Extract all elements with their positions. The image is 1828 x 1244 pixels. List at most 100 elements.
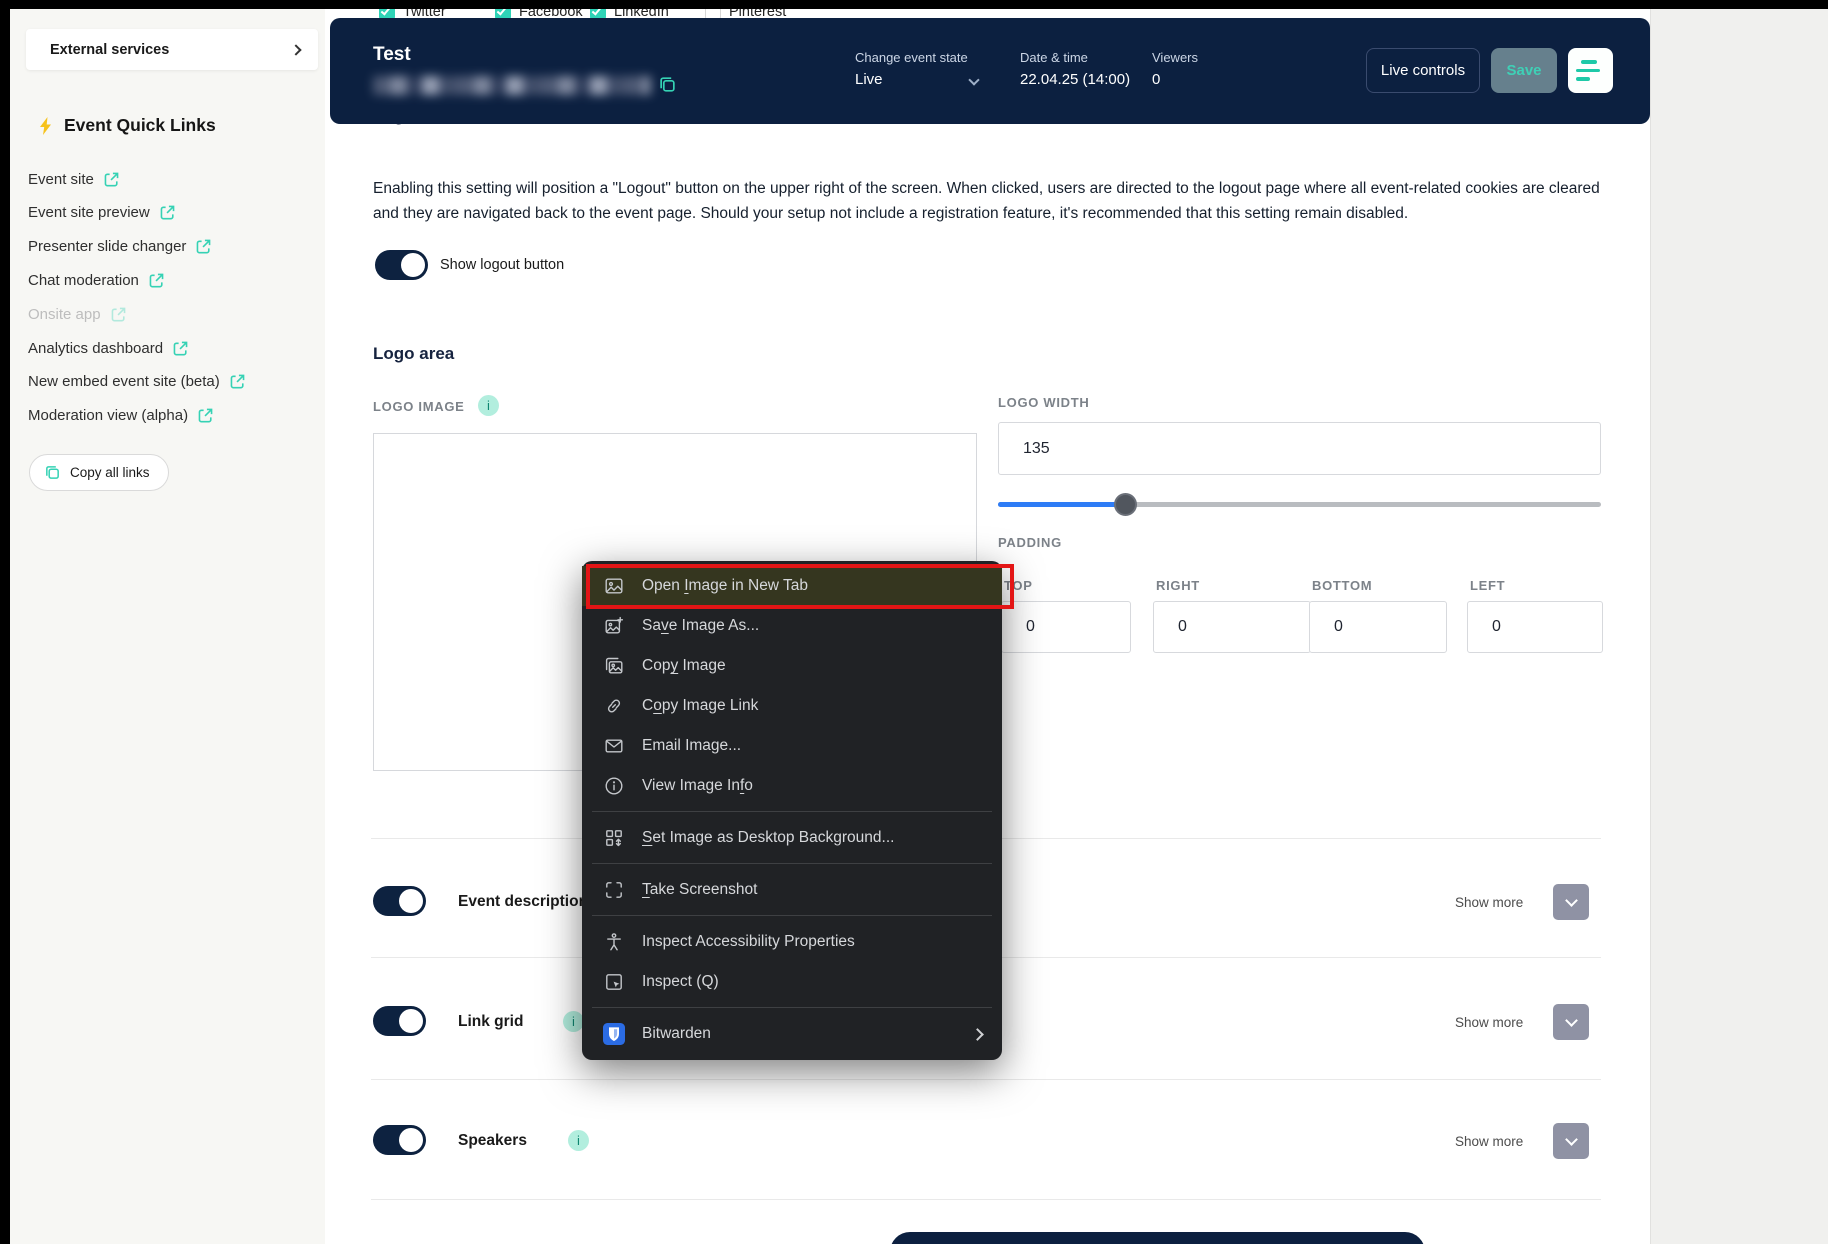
menu-item-copy-image[interactable]: Copy Image — [582, 646, 1002, 686]
padding-right-input[interactable]: 0 — [1153, 601, 1311, 653]
menu-item-label: View Image Info — [642, 777, 753, 795]
email-image-icon — [603, 735, 625, 757]
show-logout-toggle-label: Show logout button — [440, 257, 564, 273]
save-button[interactable]: Save — [1491, 48, 1557, 93]
chevron-right-icon — [290, 44, 301, 55]
sidebar-item-analytics-dashboard[interactable]: Analytics dashboard — [28, 337, 189, 359]
logo-area-heading: Logo area — [373, 344, 454, 364]
bottom-sheet[interactable] — [890, 1232, 1425, 1244]
sidebar-item-moderation-view-alpha-[interactable]: Moderation view (alpha) — [28, 404, 214, 426]
speakers-info-icon[interactable]: i — [568, 1130, 589, 1151]
menu-item-label: Copy Image Link — [642, 697, 758, 715]
sidebar-item-event-site-preview[interactable]: Event site preview — [28, 201, 176, 223]
menu-item-save-image-as[interactable]: Save Image As... — [582, 606, 1002, 646]
event-state-value[interactable]: Live — [855, 71, 883, 88]
screen-left-edge — [0, 0, 10, 1244]
toggle-knob — [399, 1128, 423, 1152]
submenu-chevron-icon — [971, 1028, 984, 1041]
copy-url-button[interactable] — [658, 75, 677, 99]
sidebar-item-presenter-slide-changer[interactable]: Presenter slide changer — [28, 235, 212, 257]
take-screenshot-icon — [603, 879, 625, 901]
menu-item-label: Inspect (Q) — [642, 973, 719, 991]
toggle-knob — [399, 889, 423, 913]
menu-separator — [592, 915, 992, 916]
menu-separator — [592, 863, 992, 864]
event-description-show-more-button[interactable] — [1553, 884, 1589, 920]
quick-links-title: Event Quick Links — [64, 115, 216, 136]
link-grid-show-more-button[interactable] — [1553, 1004, 1589, 1040]
copy-image-icon — [603, 655, 625, 677]
viewers-label: Viewers — [1152, 50, 1198, 65]
sidebar-item-new-embed-event-site-beta-[interactable]: New embed event site (beta) — [28, 370, 246, 392]
menu-item-take-screenshot[interactable]: Take Screenshot — [582, 870, 1002, 910]
padding-top-input[interactable]: 0 — [1001, 601, 1131, 653]
sidebar-link-label: Moderation view (alpha) — [28, 407, 188, 424]
toggle-knob — [399, 1009, 423, 1033]
padding-left-label: LEFT — [1470, 578, 1505, 593]
logo-width-input[interactable]: 135 — [998, 422, 1601, 475]
sidebar-link-label: Presenter slide changer — [28, 238, 186, 255]
menu-item-email-image[interactable]: Email Image... — [582, 726, 1002, 766]
event-header-bar: Test Change event state Live Date & time… — [330, 18, 1650, 124]
padding-label: PADDING — [998, 535, 1062, 550]
sidebar-item-event-site[interactable]: Event site — [28, 168, 120, 190]
external-link-icon — [197, 407, 214, 424]
bitwarden-icon — [603, 1023, 625, 1045]
external-link-icon — [229, 373, 246, 390]
divider — [371, 1079, 1601, 1080]
external-link-icon — [148, 272, 165, 289]
chevron-down-icon[interactable] — [968, 74, 979, 85]
sidebar-item-external-services[interactable]: External services — [26, 29, 318, 70]
copy-icon — [658, 75, 677, 94]
menu-item-label: Inspect Accessibility Properties — [642, 933, 855, 951]
sidebar-link-label: Onsite app — [28, 306, 101, 323]
menu-lines-icon[interactable] — [1568, 48, 1613, 93]
live-controls-button[interactable]: Live controls — [1366, 48, 1480, 93]
copy-all-links-label: Copy all links — [70, 465, 150, 480]
logo-width-value: 135 — [1023, 440, 1050, 458]
link-grid-label: Link grid — [458, 1013, 523, 1031]
menu-item-inspect-accessibility-properties[interactable]: Inspect Accessibility Properties — [582, 922, 1002, 962]
event-description-label: Event description — [458, 893, 588, 911]
menu-item-label: Copy Image — [642, 657, 726, 675]
menu-item-label: Email Image... — [642, 737, 741, 755]
view-image-info-icon — [603, 775, 625, 797]
save-image-as-icon — [603, 615, 625, 637]
set-desktop-background-icon — [603, 827, 625, 849]
lightning-bolt-icon — [36, 116, 56, 136]
sidebar-link-label: New embed event site (beta) — [28, 373, 220, 390]
menu-item-bitwarden[interactable]: Bitwarden — [582, 1014, 1002, 1054]
sidebar-link-label: Analytics dashboard — [28, 340, 163, 357]
annotation-highlight-box — [586, 564, 1014, 609]
logo-image-info-icon[interactable]: i — [478, 395, 499, 416]
padding-left-input[interactable]: 0 — [1467, 601, 1603, 653]
menu-separator — [592, 811, 992, 812]
quick-links-header: Event Quick Links — [36, 115, 216, 136]
speakers-show-more-label: Show more — [1455, 1134, 1523, 1149]
sidebar-link-label: Event site preview — [28, 204, 150, 221]
copy-all-links-button[interactable]: Copy all links — [29, 454, 169, 491]
sidebar-link-label: Event site — [28, 171, 94, 188]
menu-item-inspect-q[interactable]: Inspect (Q) — [582, 962, 1002, 1002]
event-url-blurred — [373, 76, 651, 95]
link-grid-info-icon[interactable]: i — [563, 1011, 584, 1032]
speakers-show-more-button[interactable] — [1553, 1123, 1589, 1159]
event-title: Test — [373, 44, 411, 66]
speakers-toggle[interactable] — [373, 1125, 426, 1155]
event-description-toggle[interactable] — [373, 886, 426, 916]
external-link-icon — [110, 306, 127, 323]
menu-item-view-image-info[interactable]: View Image Info — [582, 766, 1002, 806]
context-menu: Open Image in New TabSave Image As...Cop… — [582, 561, 1002, 1060]
menu-item-copy-image-link[interactable]: Copy Image Link — [582, 686, 1002, 726]
show-logout-toggle[interactable] — [375, 250, 428, 280]
external-link-icon — [103, 171, 120, 188]
logout-description: Enabling this setting will position a "L… — [373, 176, 1605, 227]
link-grid-toggle[interactable] — [373, 1006, 426, 1036]
external-link-icon — [159, 204, 176, 221]
sidebar-item-chat-moderation[interactable]: Chat moderation — [28, 269, 165, 291]
padding-bottom-input[interactable]: 0 — [1309, 601, 1447, 653]
logo-width-slider-thumb[interactable] — [1114, 493, 1137, 516]
menu-item-set-image-as-desktop-background[interactable]: Set Image as Desktop Background... — [582, 818, 1002, 858]
accessibility-icon — [603, 931, 625, 953]
inspect-icon — [603, 971, 625, 993]
